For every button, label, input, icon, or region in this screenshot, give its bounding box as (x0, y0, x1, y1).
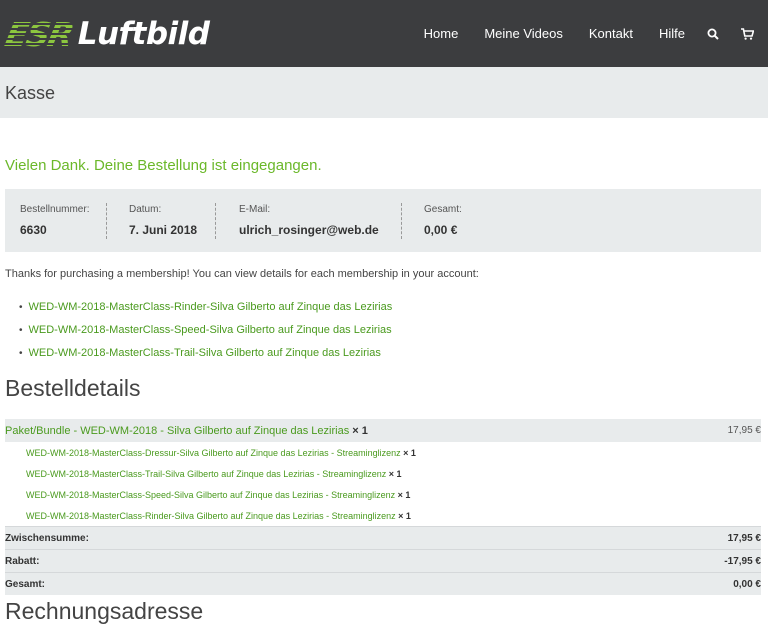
sub-product: WED-WM-2018-MasterClass-Rinder-Silva Gil… (26, 511, 411, 521)
product-link[interactable]: Paket/Bundle - WED-WM-2018 - Silva Gilbe… (5, 425, 349, 437)
membership-link[interactable]: WED-WM-2018-MasterClass-Trail-Silva Gilb… (29, 347, 381, 359)
discount-label: Rabatt: (5, 556, 40, 567)
billing-address-heading: Rechnungsadresse (5, 598, 204, 624)
order-number-label: Bestellnummer: (20, 204, 90, 215)
cart-icon[interactable] (741, 27, 754, 40)
logo-luftbild-text: Luftbild (77, 16, 210, 52)
page-title: Kasse (5, 83, 56, 103)
overview-divider (215, 203, 216, 239)
table-row: Paket/Bundle - WED-WM-2018 - Silva Gilbe… (5, 419, 761, 442)
sub-product-qty: × 1 (397, 490, 411, 500)
site-logo[interactable]: ESR Luftbild (2, 14, 210, 54)
sub-product-qty: × 1 (398, 511, 411, 521)
product-price: 17,95 € (727, 425, 761, 436)
product-qty: × 1 (352, 425, 368, 437)
site-header: ESR Luftbild Home Meine Videos Kontakt H… (0, 0, 768, 67)
product-name: Paket/Bundle - WED-WM-2018 - Silva Gilbe… (5, 425, 368, 437)
sub-product-link[interactable]: WED-WM-2018-MasterClass-Dressur-Silva Gi… (26, 448, 401, 458)
order-email-value: ulrich_rosinger@web.de (239, 223, 379, 237)
nav-home[interactable]: Home (424, 26, 459, 41)
list-item: WED-WM-2018-MasterClass-Rinder-Silva Gil… (19, 296, 393, 319)
sub-product: WED-WM-2018-MasterClass-Dressur-Silva Gi… (26, 448, 416, 458)
subtotal-row: Zwischensumme: 17,95 € (5, 526, 761, 549)
grand-total-row: Gesamt: 0,00 € (5, 572, 761, 595)
sub-product-link[interactable]: WED-WM-2018-MasterClass-Speed-Silva Gilb… (26, 490, 395, 500)
order-overview: Bestellnummer: 6630 Datum: 7. Juni 2018 … (5, 189, 761, 252)
order-details-heading: Bestelldetails (5, 375, 141, 401)
order-total: Gesamt: 0,00 € (424, 204, 462, 237)
membership-link[interactable]: WED-WM-2018-MasterClass-Rinder-Silva Gil… (29, 301, 393, 313)
membership-list: WED-WM-2018-MasterClass-Rinder-Silva Gil… (19, 296, 393, 365)
sub-product-link[interactable]: WED-WM-2018-MasterClass-Trail-Silva Gilb… (26, 469, 386, 479)
nav-kontakt[interactable]: Kontakt (589, 26, 633, 41)
thank-you-message: Vielen Dank. Deine Bestellung ist eingeg… (5, 157, 322, 174)
membership-intro: Thanks for purchasing a membership! You … (5, 268, 479, 280)
order-date-label: Datum: (129, 204, 162, 215)
overview-divider (401, 203, 402, 239)
sub-product-qty: × 1 (403, 448, 416, 458)
order-email-label: E-Mail: (239, 204, 271, 215)
overview-divider (106, 203, 107, 239)
discount-row: Rabatt: -17,95 € (5, 549, 761, 572)
discount-value: -17,95 € (724, 556, 761, 567)
sub-product-qty: × 1 (388, 469, 402, 479)
order-email: E-Mail: ulrich_rosinger@web.de (239, 204, 379, 237)
search-icon[interactable] (707, 28, 719, 40)
main-nav: Home Meine Videos Kontakt Hilfe (398, 0, 754, 67)
order-total-value: 0,00 € (424, 223, 458, 237)
nav-hilfe[interactable]: Hilfe (659, 26, 685, 41)
page-title-bar: Kasse (0, 67, 768, 118)
subtotal-label: Zwischensumme: (5, 533, 89, 544)
order-total-label: Gesamt: (424, 204, 462, 215)
logo-esr-text: ESR (1, 14, 76, 54)
subtotal-value: 17,95 € (727, 533, 761, 544)
grand-total-value: 0,00 € (733, 579, 761, 590)
order-date: Datum: 7. Juni 2018 (129, 204, 197, 237)
membership-link[interactable]: WED-WM-2018-MasterClass-Speed-Silva Gilb… (29, 324, 392, 336)
list-item: WED-WM-2018-MasterClass-Speed-Silva Gilb… (19, 319, 392, 342)
sub-product: WED-WM-2018-MasterClass-Trail-Silva Gilb… (26, 469, 402, 479)
order-number: Bestellnummer: 6630 (20, 204, 89, 237)
order-number-value: 6630 (20, 223, 47, 237)
sub-product: WED-WM-2018-MasterClass-Speed-Silva Gilb… (26, 490, 410, 500)
table-row: WED-WM-2018-MasterClass-Rinder-Silva Gil… (5, 505, 761, 526)
list-item: WED-WM-2018-MasterClass-Trail-Silva Gilb… (19, 342, 392, 365)
nav-meine-videos[interactable]: Meine Videos (484, 26, 563, 41)
grand-total-label: Gesamt: (5, 579, 46, 590)
order-details-table: Paket/Bundle - WED-WM-2018 - Silva Gilbe… (5, 419, 761, 595)
table-row: WED-WM-2018-MasterClass-Speed-Silva Gilb… (5, 484, 761, 505)
table-row: WED-WM-2018-MasterClass-Trail-Silva Gilb… (5, 463, 761, 484)
table-row: WED-WM-2018-MasterClass-Dressur-Silva Gi… (5, 442, 761, 463)
order-date-value: 7. Juni 2018 (129, 223, 198, 237)
sub-product-link[interactable]: WED-WM-2018-MasterClass-Rinder-Silva Gil… (26, 511, 396, 521)
